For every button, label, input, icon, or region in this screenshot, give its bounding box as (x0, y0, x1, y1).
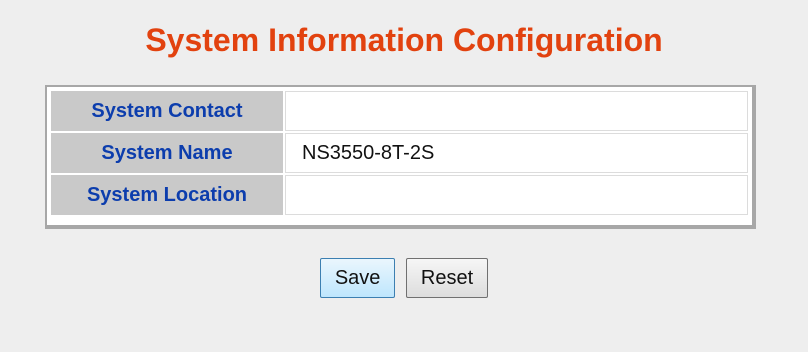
system-name-label: System Name (51, 133, 283, 173)
system-contact-label: System Contact (51, 91, 283, 131)
system-location-label: System Location (51, 175, 283, 215)
table-row-system-name: System Name (51, 133, 748, 173)
system-name-input[interactable] (286, 134, 747, 172)
table-row-system-contact: System Contact (51, 91, 748, 131)
clipped-top-strip (0, 0, 808, 8)
system-info-form: System Contact System Name System Locati… (45, 85, 756, 229)
system-name-cell (285, 133, 748, 173)
system-contact-cell (285, 91, 748, 131)
page-title: System Information Configuration (145, 22, 663, 58)
system-location-cell (285, 175, 748, 215)
table-row-system-location: System Location (51, 175, 748, 215)
button-row: Save Reset (0, 258, 808, 298)
system-location-input[interactable] (286, 176, 747, 214)
save-button[interactable]: Save (319, 258, 396, 298)
reset-button[interactable]: Reset (405, 258, 489, 298)
config-table: System Contact System Name System Locati… (49, 89, 750, 217)
system-contact-input[interactable] (286, 92, 747, 130)
